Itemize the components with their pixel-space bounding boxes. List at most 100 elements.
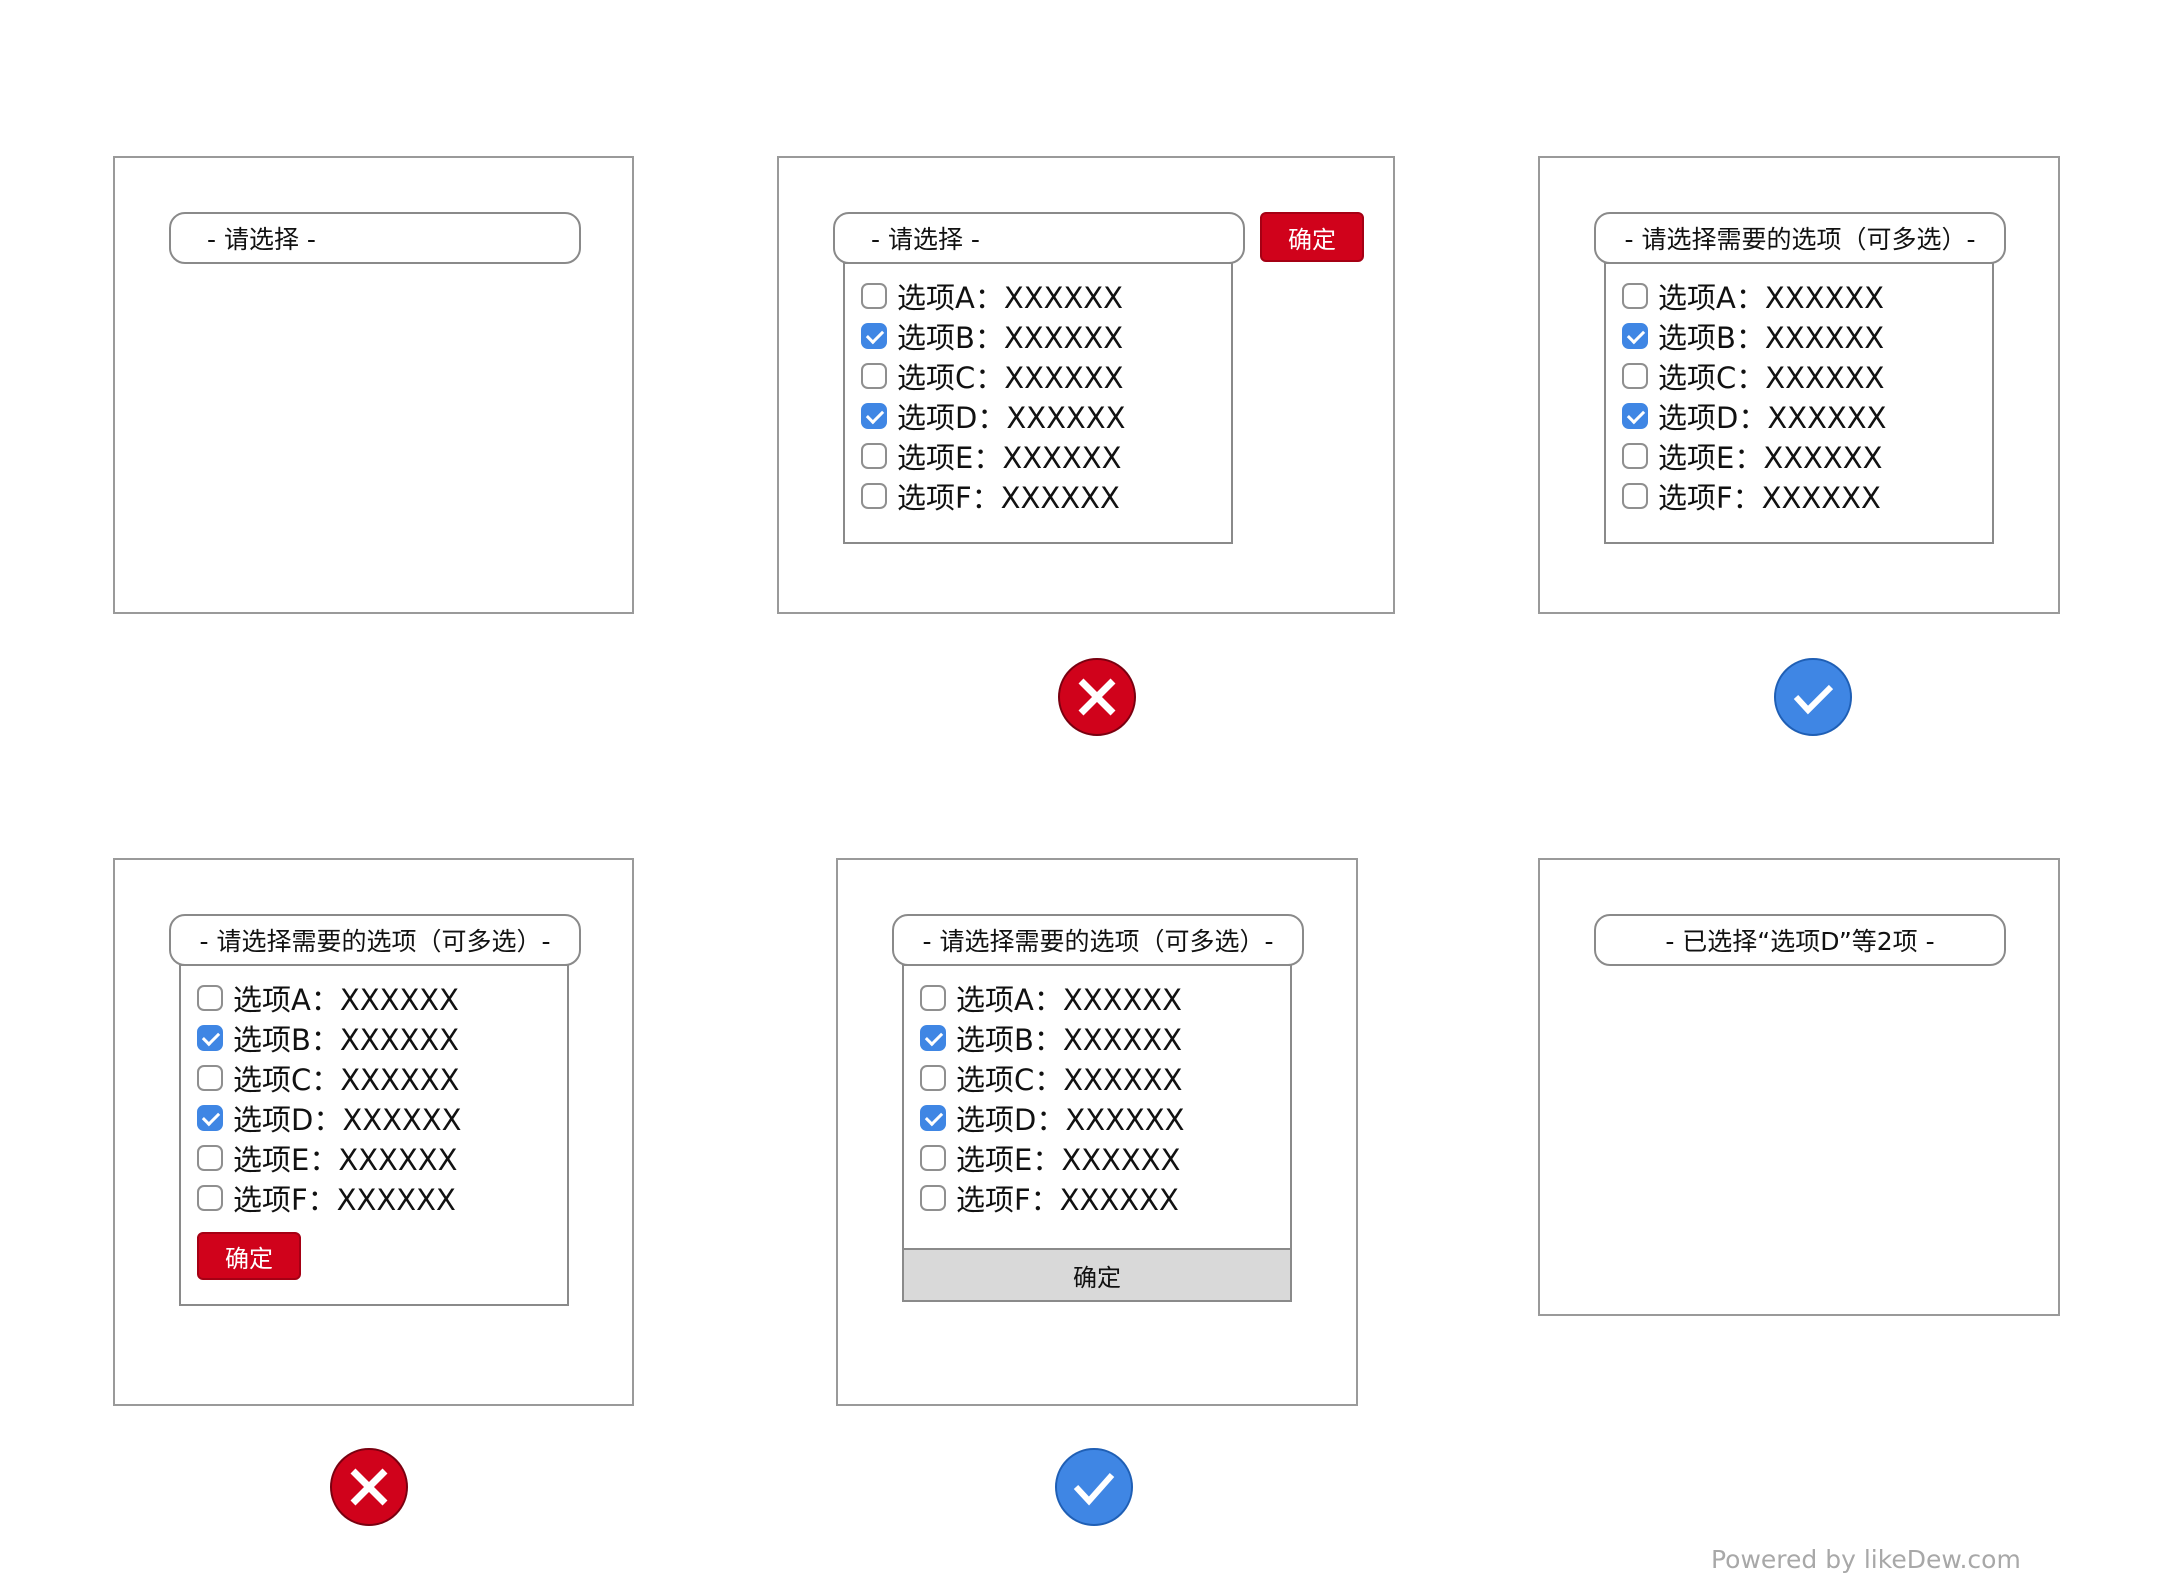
- checkbox-icon[interactable]: [197, 1025, 223, 1051]
- confirm-bar-button[interactable]: 确定: [902, 1248, 1292, 1302]
- option-e[interactable]: 选项E：XXXXXX: [920, 1138, 1181, 1178]
- option-f[interactable]: 选项F：XXXXXX: [861, 476, 1120, 516]
- option-d[interactable]: 选项D：XXXXXX: [861, 396, 1126, 436]
- checkbox-icon[interactable]: [1622, 283, 1648, 309]
- option-b[interactable]: 选项B：XXXXXX: [861, 316, 1123, 356]
- select-placeholder: - 请选择需要的选项（可多选）-: [1624, 225, 1976, 254]
- options-list: 选项A：XXXXXX 选项B：XXXXXX 选项C：XXXXXX 选项D：XXX…: [843, 262, 1233, 544]
- select-placeholder: - 请选择 -: [871, 225, 980, 254]
- checkbox-icon[interactable]: [197, 1065, 223, 1091]
- checkbox-icon[interactable]: [920, 1065, 946, 1091]
- option-c[interactable]: 选项C：XXXXXX: [1622, 356, 1884, 396]
- option-c[interactable]: 选项C：XXXXXX: [861, 356, 1123, 396]
- checkbox-icon[interactable]: [1622, 403, 1648, 429]
- option-label: 选项A：XXXXXX: [1658, 281, 1885, 315]
- checkbox-icon[interactable]: [197, 1185, 223, 1211]
- checkbox-icon[interactable]: [197, 1145, 223, 1171]
- checkbox-icon[interactable]: [920, 1145, 946, 1171]
- red-x-circle-icon: [1058, 658, 1136, 736]
- panel-3: - 请选择需要的选项（可多选）- 选项A：XXXXXX 选项B：XXXXXX 选…: [1538, 156, 2060, 614]
- confirm-label: 确定: [1073, 1263, 1121, 1292]
- option-b[interactable]: 选项B：XXXXXX: [197, 1018, 459, 1058]
- select-dropdown[interactable]: - 请选择需要的选项（可多选）-: [1594, 212, 2006, 264]
- confirm-label: 确定: [1288, 225, 1336, 254]
- option-d[interactable]: 选项D：XXXXXX: [1622, 396, 1887, 436]
- checkbox-icon[interactable]: [197, 985, 223, 1011]
- option-b[interactable]: 选项B：XXXXXX: [1622, 316, 1884, 356]
- panel-5: - 请选择需要的选项（可多选）- 选项A：XXXXXX 选项B：XXXXXX 选…: [836, 858, 1358, 1406]
- option-a[interactable]: 选项A：XXXXXX: [1622, 276, 1884, 316]
- checkbox-icon[interactable]: [920, 985, 946, 1011]
- option-f[interactable]: 选项F：XXXXXX: [920, 1178, 1179, 1218]
- option-f[interactable]: 选项F：XXXXXX: [197, 1178, 456, 1218]
- checkbox-icon[interactable]: [861, 323, 887, 349]
- confirm-button[interactable]: 确定: [197, 1232, 301, 1280]
- select-dropdown[interactable]: - 请选择 -: [169, 212, 581, 264]
- option-c[interactable]: 选项C：XXXXXX: [197, 1058, 459, 1098]
- select-dropdown[interactable]: - 请选择需要的选项（可多选）-: [892, 914, 1304, 966]
- checkbox-icon[interactable]: [1622, 443, 1648, 469]
- checkbox-icon[interactable]: [1622, 323, 1648, 349]
- option-a[interactable]: 选项A：XXXXXX: [197, 978, 459, 1018]
- option-label: 选项E：XXXXXX: [956, 1143, 1181, 1177]
- option-label: 选项F：XXXXXX: [233, 1183, 456, 1217]
- panel-1: - 请选择 -: [113, 156, 634, 614]
- checkbox-icon[interactable]: [861, 283, 887, 309]
- checkbox-icon[interactable]: [920, 1185, 946, 1211]
- option-label: 选项D：XXXXXX: [956, 1103, 1185, 1137]
- select-summary: - 已选择“选项D”等2项 -: [1665, 927, 1935, 956]
- option-label: 选项D：XXXXXX: [897, 401, 1126, 435]
- option-b[interactable]: 选项B：XXXXXX: [920, 1018, 1182, 1058]
- checkbox-icon[interactable]: [920, 1105, 946, 1131]
- select-placeholder: - 请选择需要的选项（可多选）-: [199, 927, 551, 956]
- option-d[interactable]: 选项D：XXXXXX: [920, 1098, 1185, 1138]
- blue-check-circle-icon: [1055, 1448, 1133, 1526]
- options-list: 选项A：XXXXXX 选项B：XXXXXX 选项C：XXXXXX 选项D：XXX…: [1604, 262, 1994, 544]
- checkbox-icon[interactable]: [197, 1105, 223, 1131]
- option-e[interactable]: 选项E：XXXXXX: [1622, 436, 1883, 476]
- checkbox-icon[interactable]: [861, 403, 887, 429]
- option-label: 选项A：XXXXXX: [956, 983, 1183, 1017]
- option-e[interactable]: 选项E：XXXXXX: [197, 1138, 458, 1178]
- option-label: 选项C：XXXXXX: [1658, 361, 1885, 395]
- option-d[interactable]: 选项D：XXXXXX: [197, 1098, 462, 1138]
- option-e[interactable]: 选项E：XXXXXX: [861, 436, 1122, 476]
- option-label: 选项E：XXXXXX: [897, 441, 1122, 475]
- option-label: 选项F：XXXXXX: [1658, 481, 1881, 515]
- select-placeholder: - 请选择需要的选项（可多选）-: [922, 927, 1274, 956]
- option-label: 选项B：XXXXXX: [1658, 321, 1885, 355]
- checkbox-icon[interactable]: [861, 363, 887, 389]
- option-f[interactable]: 选项F：XXXXXX: [1622, 476, 1881, 516]
- option-label: 选项B：XXXXXX: [897, 321, 1124, 355]
- option-label: 选项D：XXXXXX: [1658, 401, 1887, 435]
- option-label: 选项E：XXXXXX: [1658, 441, 1883, 475]
- option-c[interactable]: 选项C：XXXXXX: [920, 1058, 1182, 1098]
- option-a[interactable]: 选项A：XXXXXX: [920, 978, 1182, 1018]
- blue-check-circle-icon: [1774, 658, 1852, 736]
- option-label: 选项C：XXXXXX: [897, 361, 1124, 395]
- option-label: 选项C：XXXXXX: [233, 1063, 460, 1097]
- checkbox-icon[interactable]: [861, 483, 887, 509]
- select-dropdown[interactable]: - 请选择需要的选项（可多选）-: [169, 914, 581, 966]
- checkbox-icon[interactable]: [861, 443, 887, 469]
- option-label: 选项E：XXXXXX: [233, 1143, 458, 1177]
- confirm-button[interactable]: 确定: [1260, 212, 1364, 262]
- checkbox-icon[interactable]: [920, 1025, 946, 1051]
- select-dropdown[interactable]: - 已选择“选项D”等2项 -: [1594, 914, 2006, 966]
- option-label: 选项F：XXXXXX: [897, 481, 1120, 515]
- option-label: 选项A：XXXXXX: [897, 281, 1124, 315]
- select-dropdown[interactable]: - 请选择 -: [833, 212, 1245, 264]
- red-x-circle-icon: [330, 1448, 408, 1526]
- confirm-label: 确定: [225, 1244, 273, 1273]
- powered-by-footer: Powered by likeDew.com: [1711, 1545, 2021, 1574]
- option-label: 选项C：XXXXXX: [956, 1063, 1183, 1097]
- panel-4: - 请选择需要的选项（可多选）- 选项A：XXXXXX 选项B：XXXXXX 选…: [113, 858, 634, 1406]
- option-a[interactable]: 选项A：XXXXXX: [861, 276, 1123, 316]
- panel-6: - 已选择“选项D”等2项 -: [1538, 858, 2060, 1316]
- option-label: 选项A：XXXXXX: [233, 983, 460, 1017]
- option-label: 选项D：XXXXXX: [233, 1103, 462, 1137]
- options-list: 选项A：XXXXXX 选项B：XXXXXX 选项C：XXXXXX 选项D：XXX…: [902, 964, 1292, 1302]
- checkbox-icon[interactable]: [1622, 363, 1648, 389]
- select-placeholder: - 请选择 -: [207, 225, 316, 254]
- checkbox-icon[interactable]: [1622, 483, 1648, 509]
